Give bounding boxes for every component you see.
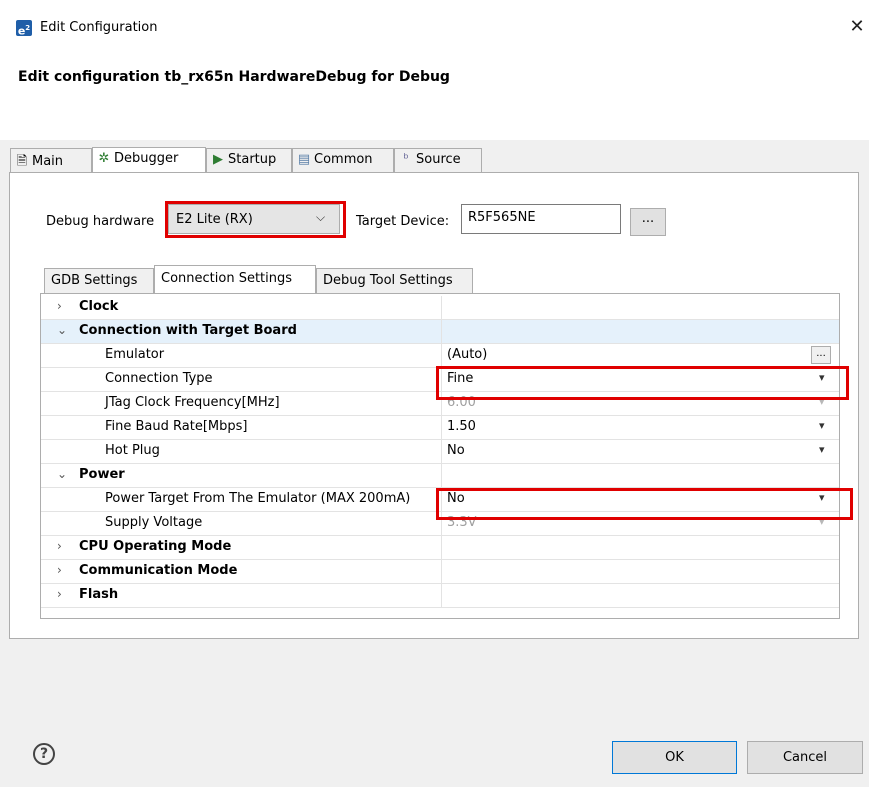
chevron-right-icon[interactable]: ›: [57, 539, 62, 553]
chevron-down-icon: ▾: [819, 395, 825, 408]
target-device-input[interactable]: R5F565NE: [461, 204, 621, 234]
property-value: 6.00: [447, 395, 476, 410]
property-name: Connection with Target Board: [79, 323, 297, 338]
property-value[interactable]: Fine: [447, 371, 473, 386]
property-name: Supply Voltage: [105, 515, 203, 530]
tab-source[interactable]: ᵇ Source: [394, 148, 482, 172]
dialog-footer: [0, 650, 869, 787]
property-row-cpu-mode[interactable]: › CPU Operating Mode: [41, 536, 839, 560]
chevron-right-icon[interactable]: ›: [57, 563, 62, 577]
chevron-down-icon[interactable]: ⌵: [316, 210, 325, 225]
tab-main[interactable]: 🗎 Main: [10, 148, 92, 172]
tab-main-label: Main: [32, 154, 64, 169]
app-logo-icon: e2: [16, 20, 32, 38]
property-value[interactable]: No: [447, 491, 465, 506]
chevron-down-icon[interactable]: ▾: [819, 371, 825, 384]
property-row-comm-mode[interactable]: › Communication Mode: [41, 560, 839, 584]
property-row-connection[interactable]: ⌄ Connection with Target Board: [41, 320, 839, 344]
property-row-hot-plug[interactable]: Hot Plug No ▾: [41, 440, 839, 464]
property-row-emulator[interactable]: Emulator (Auto) ...: [41, 344, 839, 368]
property-row-fine-baud-rate[interactable]: Fine Baud Rate[Mbps] 1.50 ▾: [41, 416, 839, 440]
target-device-browse-button[interactable]: ...: [630, 208, 666, 236]
chevron-down-icon[interactable]: ▾: [819, 419, 825, 432]
chevron-down-icon[interactable]: ⌄: [57, 323, 67, 337]
tab-startup-label: Startup: [228, 152, 277, 167]
tab-source-label: Source: [416, 152, 461, 167]
tab-common[interactable]: ▤ Common: [292, 148, 394, 172]
close-icon[interactable]: ✕: [846, 16, 868, 38]
source-icon: ᵇ: [403, 152, 409, 167]
property-row-jtag-frequency[interactable]: JTag Clock Frequency[MHz] 6.00 ▾: [41, 392, 839, 416]
property-name: CPU Operating Mode: [79, 539, 232, 554]
chevron-right-icon[interactable]: ›: [57, 587, 62, 601]
property-value[interactable]: No: [447, 443, 465, 458]
table-icon: ▤: [297, 152, 311, 167]
property-row-power[interactable]: ⌄ Power: [41, 464, 839, 488]
emulator-browse-button[interactable]: ...: [811, 346, 831, 364]
subtab-gdb-settings[interactable]: GDB Settings: [44, 268, 154, 293]
chevron-down-icon[interactable]: ▾: [819, 443, 825, 456]
target-device-label: Target Device:: [356, 214, 450, 229]
play-icon: ▶: [213, 152, 223, 167]
property-name: Hot Plug: [105, 443, 160, 458]
property-name: Clock: [79, 299, 119, 314]
tab-debugger-label: Debugger: [114, 151, 179, 166]
property-name: Power Target From The Emulator (MAX 200m…: [105, 491, 411, 506]
ok-button[interactable]: OK: [612, 741, 737, 774]
property-name: Flash: [79, 587, 119, 602]
chevron-right-icon[interactable]: ›: [57, 299, 62, 313]
property-value[interactable]: 1.50: [447, 419, 476, 434]
property-row-flash[interactable]: › Flash: [41, 584, 839, 608]
dialog-header: Edit configuration tb_rx65n HardwareDebu…: [18, 69, 450, 85]
property-name: Fine Baud Rate[Mbps]: [105, 419, 248, 434]
bug-icon: ✲: [98, 151, 110, 166]
property-name: Power: [79, 467, 125, 482]
property-name: Connection Type: [105, 371, 213, 386]
chevron-down-icon[interactable]: ▾: [819, 491, 825, 504]
property-value: (Auto): [447, 347, 488, 362]
property-row-clock[interactable]: › Clock: [41, 296, 839, 320]
help-icon[interactable]: ?: [33, 743, 55, 765]
property-row-supply-voltage[interactable]: Supply Voltage 3.3V ▾: [41, 512, 839, 536]
cancel-button[interactable]: Cancel: [747, 741, 863, 774]
tab-common-label: Common: [314, 152, 373, 167]
property-value: 3.3V: [447, 515, 477, 530]
property-row-power-target[interactable]: Power Target From The Emulator (MAX 200m…: [41, 488, 839, 512]
tab-debugger[interactable]: ✲ Debugger: [92, 147, 206, 173]
subtab-debug-tool-settings[interactable]: Debug Tool Settings: [316, 268, 473, 293]
window-title: Edit Configuration: [40, 20, 158, 35]
document-icon: 🗎: [16, 154, 28, 169]
property-name: JTag Clock Frequency[MHz]: [105, 395, 280, 410]
property-name: Emulator: [105, 347, 165, 362]
tab-startup[interactable]: ▶ Startup: [206, 148, 292, 172]
chevron-down-icon: ▾: [819, 515, 825, 528]
chevron-down-icon[interactable]: ⌄: [57, 467, 67, 481]
debug-hardware-value: E2 Lite (RX): [176, 212, 253, 227]
property-row-connection-type[interactable]: Connection Type Fine ▾: [41, 368, 839, 392]
subtab-connection-settings[interactable]: Connection Settings: [154, 265, 316, 294]
debug-hardware-label: Debug hardware: [46, 214, 155, 229]
property-name: Communication Mode: [79, 563, 238, 578]
